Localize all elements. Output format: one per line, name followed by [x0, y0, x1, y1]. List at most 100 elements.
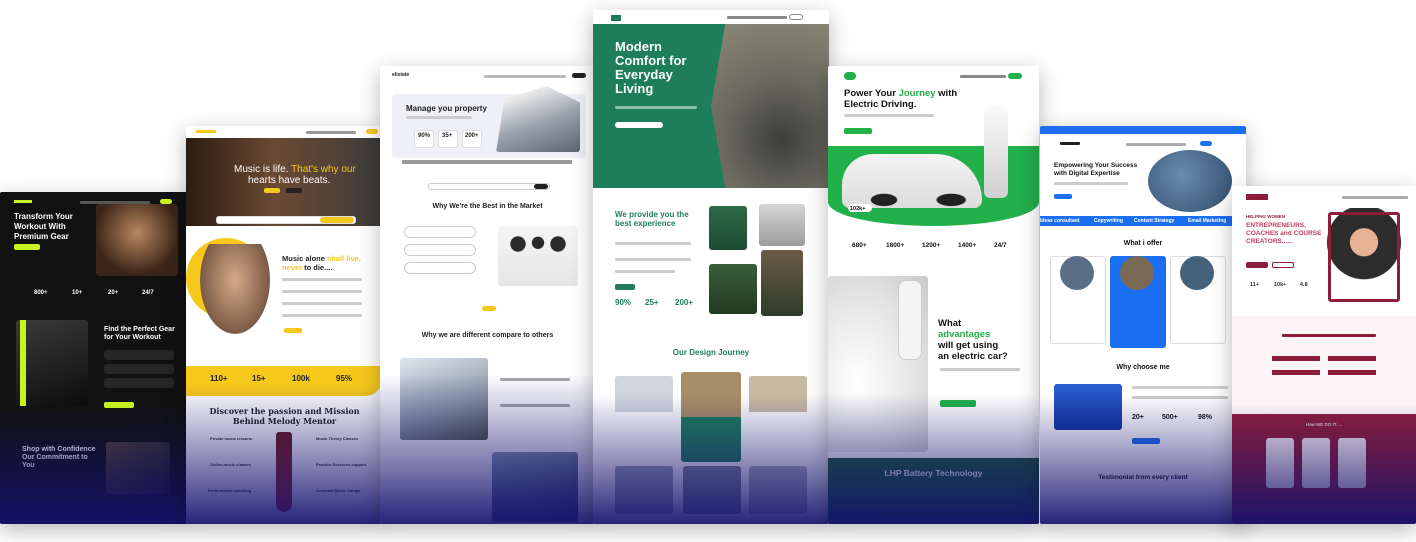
interior-template-card[interactable]: Modern Comfort for Everyday Living We pr…: [593, 10, 829, 524]
music-feature: Private music lessons: [210, 436, 253, 441]
gym-trainer-image: [16, 320, 88, 406]
interior-stat: 200+: [675, 298, 694, 307]
gym-shop-button[interactable]: [104, 402, 134, 408]
ev-hero-title: Power Your Journey with Electric Driving…: [844, 88, 958, 110]
realestate-hero-title: Manage you property: [406, 104, 487, 113]
showcase-stage: Transform Your Workout With Premium Gear…: [0, 0, 1416, 542]
music-feature: Performance coaching: [208, 488, 252, 493]
realestate-stat: 200+: [465, 133, 479, 139]
interior-journey-card-active: [681, 372, 741, 462]
coach-stat: 4.8: [1300, 282, 1308, 288]
interior-hero-image: [711, 24, 829, 188]
interior-search[interactable]: [615, 122, 663, 128]
marketing-template-card[interactable]: Empowering Your Success with Digital Expe…: [1040, 126, 1246, 524]
interior-room-image: [759, 204, 805, 246]
marketing-offer-title: What i offer: [1123, 240, 1163, 247]
gym-stat: 20+: [108, 290, 119, 296]
gym-stat: 800+: [34, 290, 48, 296]
gym-template-card[interactable]: Transform Your Workout With Premium Gear…: [0, 192, 188, 524]
music-feature: Seasonal Music Camps: [316, 488, 361, 493]
interior-section-title: We provide you the best experience: [615, 210, 689, 228]
music-stat: 15+: [252, 374, 266, 383]
guitar-image: [276, 432, 292, 512]
realestate-villa-image-2: [492, 452, 578, 522]
interior-cabinet-image: [709, 206, 747, 250]
coach-hero-title: ENTREPRENEURS, COACHES and COURSE CREATO…: [1246, 222, 1322, 245]
marketing-stat: 500+: [1162, 414, 1178, 421]
gym-stat: 10+: [72, 290, 83, 296]
marketing-cta[interactable]: [1054, 194, 1072, 199]
music-feature: Online music classes: [210, 462, 251, 467]
coach-hero-top: HELPING WOMEN: [1246, 214, 1285, 219]
interior-explore-button[interactable]: [615, 284, 635, 290]
marketing-ticker-item: Copywriting: [1094, 218, 1123, 224]
marketing-stat: 20+: [1132, 414, 1144, 421]
music-feature: Music Theory Classes: [316, 436, 359, 441]
ev-badge: 102k+: [850, 206, 866, 212]
coach-bottom-title: How WE DO IT.....: [1305, 422, 1343, 427]
coach-cta[interactable]: [1246, 262, 1268, 268]
ev-stat: 1800+: [886, 242, 905, 249]
realestate-stat: 90%: [418, 133, 431, 139]
music-template-card[interactable]: Music is life. That's why our hearts hav…: [186, 126, 383, 524]
ev-bottom-title: LHP Battery Technology: [884, 468, 983, 478]
music-section-title: Music alone shall live, never to die....: [282, 254, 361, 272]
marketing-why-title: Why choose me: [1116, 364, 1170, 371]
ev-section-title: What advantages will get using an electr…: [938, 318, 1008, 362]
gym-hero-title: Transform Your Workout With Premium Gear: [14, 212, 73, 241]
realestate-section2-title: Why we are different compare to others: [421, 332, 554, 339]
marketing-device-image: [1054, 384, 1122, 430]
ev-stat: 1200+: [922, 242, 941, 249]
coach-cta-2[interactable]: [1272, 262, 1294, 268]
coach-template-card[interactable]: HELPING WOMEN ENTREPRENEURS, COACHES and…: [1232, 186, 1416, 524]
realestate-villa-image: [400, 358, 488, 440]
gym-athlete-image: [96, 204, 178, 276]
ev-stat: 680+: [852, 242, 867, 249]
ev-stat: 24/7: [994, 242, 1007, 249]
coach-stat: 11+: [1250, 282, 1260, 288]
music-hero-button-2[interactable]: [286, 188, 302, 193]
music-hero-title: Music is life. That's why our hearts hav…: [234, 164, 356, 186]
interior-stat: 90%: [615, 298, 632, 307]
interior-hero-title: Modern Comfort for Everyday Living: [615, 39, 687, 96]
gym-logo: [14, 200, 32, 203]
gym-interior-image: [106, 442, 170, 494]
ev-template-card[interactable]: Power Your Journey with Electric Driving…: [828, 66, 1039, 524]
ev-stat: 1400+: [958, 242, 977, 249]
interior-stat: 25+: [645, 298, 659, 307]
realestate-logo: elixtate: [392, 72, 410, 78]
marketing-stat: 98%: [1198, 414, 1213, 421]
marketing-contact-button[interactable]: [1132, 438, 1160, 444]
gym-stat: 24/7: [142, 290, 154, 296]
marketing-hero-title: Empowering Your Success with Digital Expe…: [1054, 162, 1138, 177]
realestate-team-image: [498, 226, 578, 286]
music-family-image: [200, 244, 270, 334]
music-learn-button[interactable]: [284, 328, 302, 333]
music-hero-button[interactable]: [264, 188, 280, 193]
music-stat: 95%: [336, 374, 353, 383]
marketing-ticker-item: Ideas consultant: [1040, 218, 1080, 224]
marketing-testimonial-title: Testimonial from every client: [1098, 474, 1188, 481]
interior-bed-image: [709, 264, 757, 314]
realestate-cta[interactable]: [572, 73, 586, 78]
gym-section-title: Find the Perfect Gear for Your Workout: [104, 326, 175, 341]
realestate-template-card[interactable]: elixtate Manage you property 90% 35+ 200…: [380, 66, 595, 524]
music-bottom-title: Discover the passion and Mission Behind M…: [209, 406, 360, 426]
interior-journey-title: Our Design Journey: [672, 348, 750, 357]
realestate-search-bar[interactable]: [428, 183, 550, 190]
marketing-hero-image: [1148, 150, 1232, 212]
ev-car-image: [842, 154, 982, 208]
ev-learn-button[interactable]: [940, 400, 976, 407]
ev-cta-button[interactable]: [844, 128, 872, 134]
marketing-ticker-item: Email Marketing: [1188, 218, 1227, 224]
interior-journey-card: [615, 376, 673, 448]
gym-commitment-title: Shop with Confidence Our Commitment to Y…: [22, 446, 96, 469]
ev-charger-image: [984, 106, 1008, 198]
music-stat: 110+: [210, 374, 228, 383]
realestate-section-title: Why We're the Best in the Market: [432, 203, 543, 210]
gym-cta-button[interactable]: [14, 244, 40, 250]
coach-stat: 10k+: [1274, 282, 1287, 288]
interior-journey-card: [749, 376, 807, 448]
realestate-stat: 35+: [442, 133, 453, 139]
music-stat: 100k: [292, 374, 310, 383]
